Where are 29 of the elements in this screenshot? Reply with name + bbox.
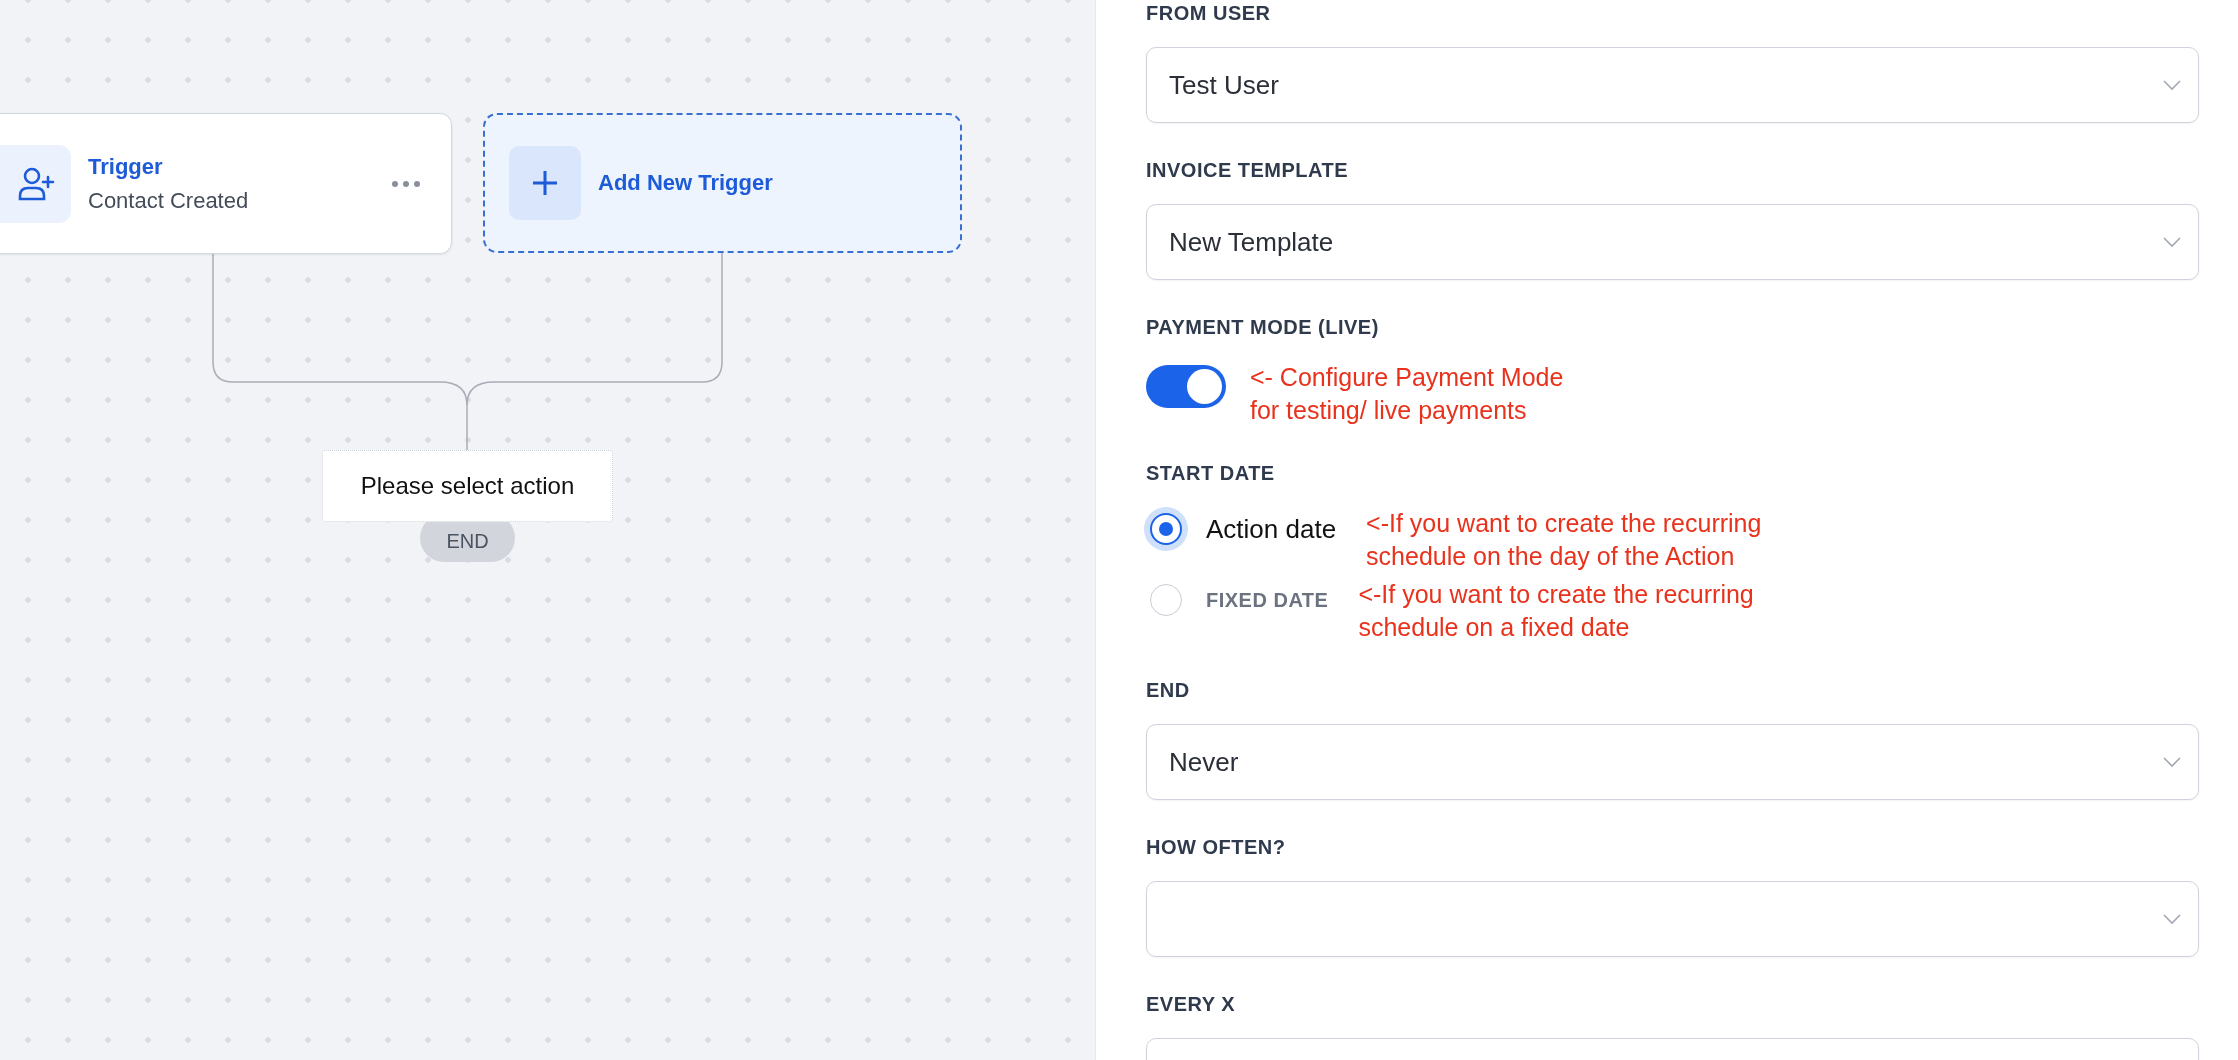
field-label: HOW OFTEN? xyxy=(1146,836,1287,859)
more-icon[interactable] xyxy=(391,179,421,188)
field-label: START DATE xyxy=(1146,462,1276,485)
select-field[interactable]: Never xyxy=(1146,724,2199,800)
select-field[interactable]: New Template xyxy=(1146,204,2199,280)
annotation-text: <-If you want to create the recurring schedule on the day of the Action xyxy=(1366,508,1762,572)
select-field[interactable] xyxy=(1146,881,2199,957)
field-label: FROM USER xyxy=(1146,2,1272,25)
radio-label[interactable]: FIXED DATE xyxy=(1206,588,1329,612)
field-label: EVERY X xyxy=(1146,993,1237,1016)
chevron-icon xyxy=(2162,236,2182,248)
field-label: END xyxy=(1146,679,1191,702)
trigger-node[interactable]: Trigger Contact Created xyxy=(0,113,452,254)
node-subtitle: Contact Created xyxy=(88,187,250,214)
node-title: Trigger xyxy=(88,153,164,180)
add-trigger-button[interactable]: Add New Trigger xyxy=(483,113,962,253)
select-field[interactable]: Test User xyxy=(1146,47,2199,123)
field-label: PAYMENT MODE (LIVE) xyxy=(1146,316,1380,339)
user-plus-icon xyxy=(17,165,55,202)
chevron-icon xyxy=(2162,79,2182,91)
field-label: INVOICE TEMPLATE xyxy=(1146,159,1350,182)
action-placeholder[interactable]: Please select action xyxy=(322,450,613,522)
toggle-switch[interactable] xyxy=(1146,365,1226,408)
chevron-icon xyxy=(2162,756,2182,768)
plus-icon xyxy=(532,170,558,196)
annotation-text: <- Configure Payment Mode for testing/ live payments xyxy=(1250,362,1564,426)
chevron-icon xyxy=(2162,913,2182,925)
annotation-text: <-If you want to create the recurring schedule on a fixed date xyxy=(1358,579,1754,643)
radio-label[interactable]: Action date xyxy=(1206,513,1337,545)
